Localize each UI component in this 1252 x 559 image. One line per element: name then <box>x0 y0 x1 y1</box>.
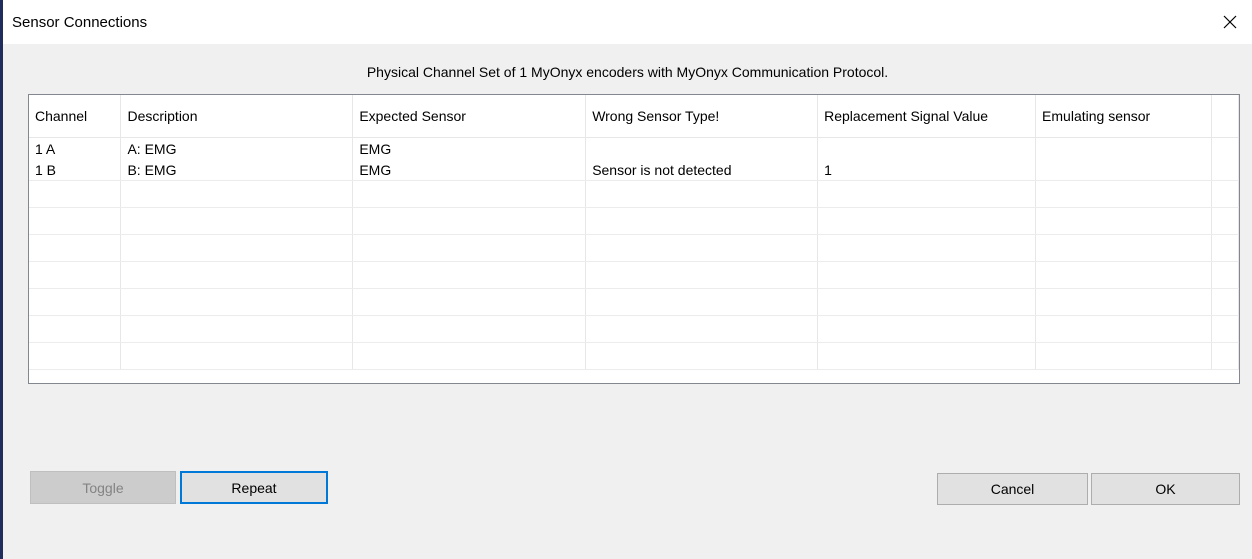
empty-row <box>29 234 1239 262</box>
window-left-border <box>0 0 3 559</box>
empty-row <box>29 180 1239 208</box>
cell-description[interactable]: A: EMG <box>120 137 354 159</box>
cell-wrong-sensor-type[interactable]: Sensor is not detected <box>585 159 819 181</box>
close-icon <box>1223 15 1237 29</box>
empty-row <box>29 288 1239 316</box>
cell-emulating-sensor[interactable] <box>1035 137 1212 159</box>
column-header-wrong-sensor-type[interactable]: Wrong Sensor Type! <box>585 95 819 138</box>
table-row[interactable]: 1 A A: EMG EMG <box>29 137 1239 159</box>
dialog-subtitle: Physical Channel Set of 1 MyOnyx encoder… <box>366 64 889 80</box>
cell-description[interactable]: B: EMG <box>120 159 354 181</box>
close-button[interactable] <box>1216 8 1244 36</box>
cell-filler <box>1211 159 1239 181</box>
cell-wrong-sensor-type[interactable] <box>585 137 819 159</box>
repeat-button[interactable]: Repeat <box>180 471 328 504</box>
window-title: Sensor Connections <box>12 14 148 31</box>
column-header-description[interactable]: Description <box>120 95 354 138</box>
column-header-expected-sensor[interactable]: Expected Sensor <box>352 95 587 138</box>
cell-replacement-signal-value[interactable] <box>817 137 1037 159</box>
sensor-grid[interactable]: Channel Description Expected Sensor Wron… <box>28 94 1240 384</box>
cell-expected-sensor[interactable]: EMG <box>352 159 587 181</box>
empty-row <box>29 207 1239 235</box>
column-header-replacement-signal-value[interactable]: Replacement Signal Value <box>817 95 1037 138</box>
toggle-button[interactable]: Toggle <box>30 471 176 504</box>
column-header-filler <box>1211 95 1239 138</box>
cell-replacement-signal-value[interactable]: 1 <box>817 159 1037 181</box>
empty-row <box>29 261 1239 289</box>
cell-channel[interactable]: 1 B <box>29 159 122 181</box>
cell-filler <box>1211 137 1239 159</box>
cell-channel[interactable]: 1 A <box>29 137 122 159</box>
ok-button[interactable]: OK <box>1091 473 1240 505</box>
column-header-channel[interactable]: Channel <box>29 95 122 138</box>
cancel-button[interactable]: Cancel <box>937 473 1088 505</box>
cell-emulating-sensor[interactable] <box>1035 159 1212 181</box>
cell-expected-sensor[interactable]: EMG <box>352 137 587 159</box>
table-row[interactable]: 1 B B: EMG EMG Sensor is not detected 1 <box>29 159 1239 181</box>
title-bar: Sensor Connections <box>3 0 1252 44</box>
sensor-table: Channel Description Expected Sensor Wron… <box>29 95 1239 370</box>
empty-row <box>29 342 1239 370</box>
header-row: Channel Description Expected Sensor Wron… <box>29 95 1239 138</box>
empty-row <box>29 315 1239 343</box>
column-header-emulating-sensor[interactable]: Emulating sensor <box>1035 95 1212 138</box>
